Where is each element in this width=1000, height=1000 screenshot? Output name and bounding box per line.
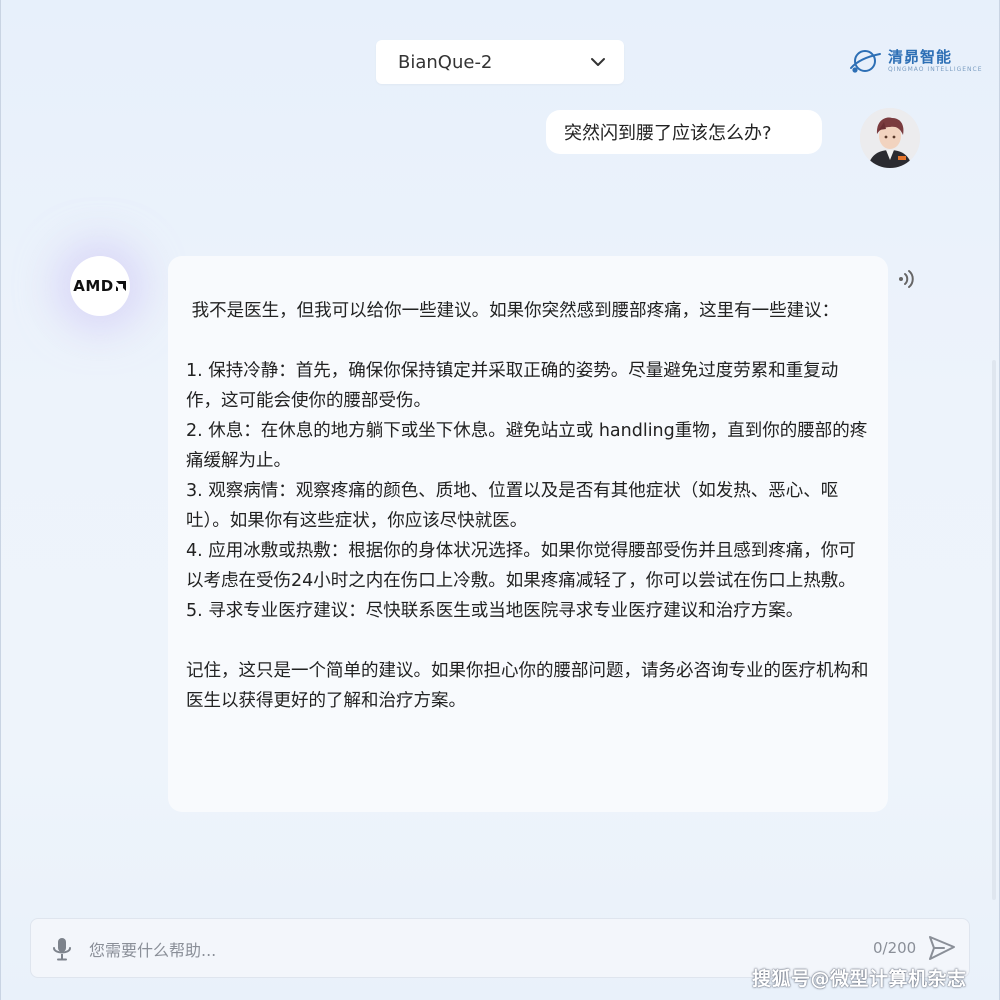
bot-message-bubble: 我不是医生，但我可以给你一些建议。如果你突然感到腰部疼痛，这里有一些建议： 1.…: [168, 256, 888, 812]
bot-avatar: AMD: [70, 256, 130, 316]
user-avatar-illustration: [860, 108, 920, 168]
bot-message-paragraph: 5. 寻求专业医疗建议：尽快联系医生或当地医院寻求专业医疗建议和治疗方案。: [186, 601, 804, 621]
user-avatar: [860, 108, 920, 168]
brand-name-en: QINGMAO INTELLIGENCE: [888, 66, 983, 73]
bot-message-paragraph: 2. 休息：在休息的地方躺下或坐下休息。避免站立或 handling重物，直到你…: [186, 421, 868, 471]
model-selector-value: BianQue-2: [398, 51, 493, 73]
amd-logo-text: AMD: [73, 277, 114, 295]
speaker-icon[interactable]: [896, 268, 918, 290]
user-message-text: 突然闪到腰了应该怎么办?: [564, 123, 772, 144]
send-icon[interactable]: [927, 933, 957, 963]
brand-logo: 清昴智能 QINGMAO INTELLIGENCE: [848, 46, 983, 76]
brand-mark-icon: [850, 50, 881, 73]
bot-message-paragraph: 记住，这只是一个简单的建议。如果你担心你的腰部问题，请务必咨询专业的医疗机构和医…: [186, 661, 869, 711]
bot-message-paragraph: 4. 应用冰敷或热敷：根据你的身体状况选择。如果你觉得腰部受伤并且感到疼痛，你可…: [186, 541, 856, 591]
scrollbar[interactable]: [992, 360, 996, 900]
brand-name: 清昴智能: [888, 48, 953, 66]
microphone-icon[interactable]: [51, 936, 73, 962]
window-border-left: [0, 0, 1, 1000]
model-selector-dropdown[interactable]: BianQue-2: [376, 40, 624, 84]
bot-message-paragraph: 1. 保持冷静：首先，确保你保持镇定并采取正确的姿势。尽量避免过度劳累和重复动作…: [186, 361, 839, 411]
bot-message-paragraph: 3. 观察病情：观察疼痛的颜色、质地、位置以及是否有其他症状（如发热、恶心、呕吐…: [186, 481, 839, 531]
character-counter: 0/200: [873, 939, 917, 957]
user-message-bubble: 突然闪到腰了应该怎么办?: [546, 110, 822, 154]
amd-arrow-icon: [115, 281, 126, 291]
chevron-down-icon: [591, 58, 605, 66]
amd-logo: AMD: [73, 277, 127, 295]
watermark-text: 搜狐号@微型计算机杂志: [752, 968, 967, 990]
bot-message-paragraph: 我不是医生，但我可以给你一些建议。如果你突然感到腰部疼痛，这里有一些建议：: [186, 301, 840, 321]
chat-input-field[interactable]: [87, 935, 691, 965]
